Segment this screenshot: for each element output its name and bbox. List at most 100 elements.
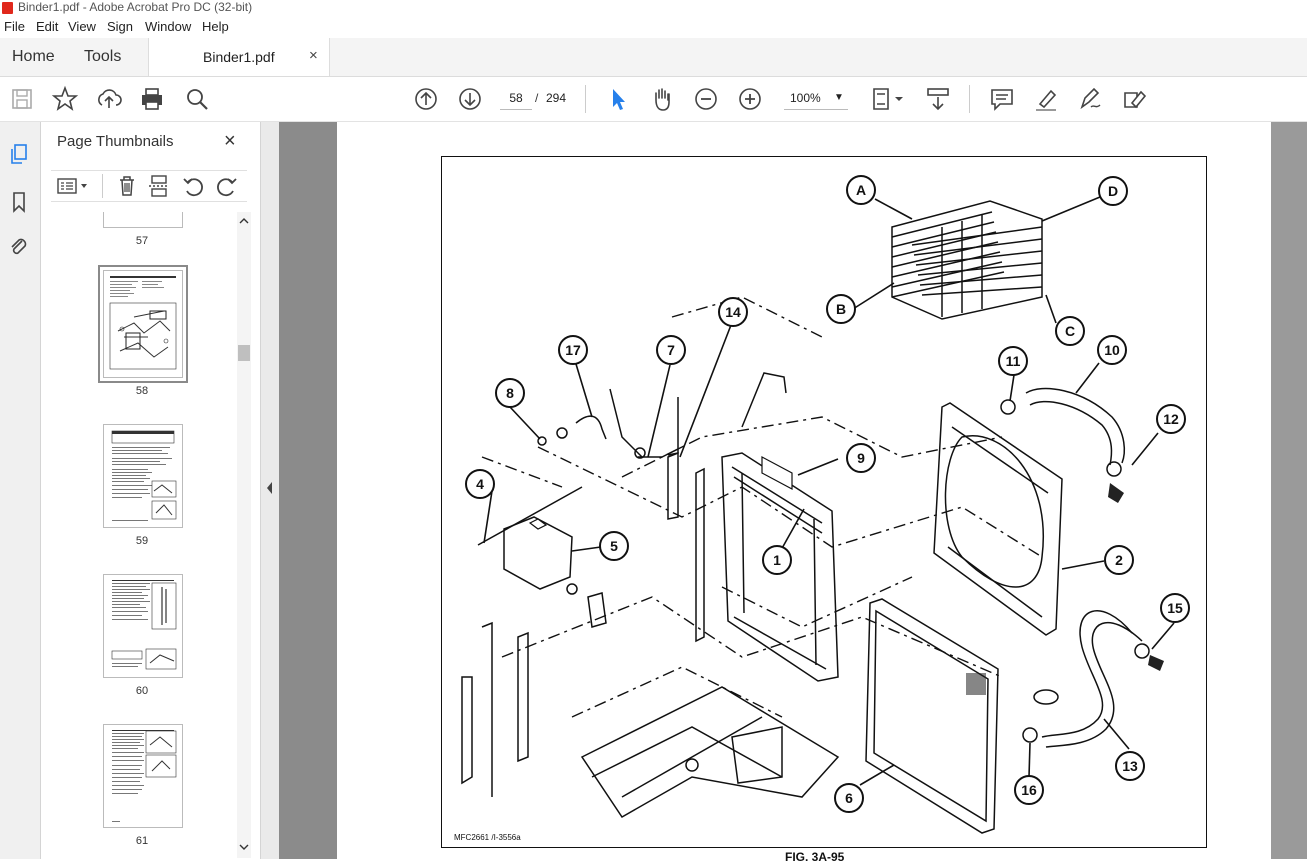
svg-text:1: 1 xyxy=(773,552,781,568)
svg-text:8: 8 xyxy=(506,385,514,401)
callout-12: 12 xyxy=(1156,404,1186,434)
callout-D: D xyxy=(1098,176,1128,206)
extract-page-icon[interactable] xyxy=(147,174,171,198)
document-margin xyxy=(1271,122,1307,859)
zoom-out-icon[interactable] xyxy=(692,85,720,113)
page-separator: / xyxy=(535,91,539,105)
scroll-up-icon[interactable] xyxy=(237,214,251,228)
sign-icon[interactable] xyxy=(1076,85,1104,113)
tab-document[interactable]: Binder1.pdf × xyxy=(148,38,330,76)
fill-sign-icon[interactable] xyxy=(1120,85,1148,113)
document-tab-label: Binder1.pdf xyxy=(203,49,275,65)
callout-11: 11 xyxy=(998,346,1028,376)
scrollbar-thumb[interactable] xyxy=(238,345,250,361)
callout-B: B xyxy=(826,294,856,324)
delete-page-icon[interactable] xyxy=(115,174,139,198)
coolant-pipes-part xyxy=(537,372,787,459)
bookmark-icon[interactable] xyxy=(7,190,31,214)
callout-8: 8 xyxy=(495,378,525,408)
toolbar: 58 / 294 100% ▼ xyxy=(0,77,1307,122)
highlight-icon[interactable] xyxy=(1032,85,1060,113)
callout-17: 17 xyxy=(558,335,588,365)
thumbnail-panel: Page Thumbnails × 57 58 59 60 61 xyxy=(41,122,261,859)
toolbar-divider xyxy=(102,174,103,198)
thumbnail-label: 58 xyxy=(135,385,149,397)
zoom-value: 100% xyxy=(790,91,821,105)
callout-7: 7 xyxy=(656,335,686,365)
menu-file[interactable]: File xyxy=(4,19,25,34)
svg-text:17: 17 xyxy=(565,342,581,358)
figure-caption: FIG. 3A-95 xyxy=(785,850,845,864)
zoom-select[interactable]: 100% ▼ xyxy=(784,87,848,110)
callout-A: A xyxy=(846,175,876,205)
menu-view[interactable]: View xyxy=(68,19,96,34)
callout-10: 10 xyxy=(1097,335,1127,365)
toolbar-divider xyxy=(969,85,970,113)
scroll-mode-icon[interactable] xyxy=(924,85,952,113)
svg-text:A: A xyxy=(856,182,866,198)
thumbnail-page-59[interactable] xyxy=(103,424,183,528)
callout-15: 15 xyxy=(1160,593,1190,623)
svg-text:7: 7 xyxy=(667,342,675,358)
svg-text:14: 14 xyxy=(725,304,741,320)
menu-bar: File Edit View Sign Window Help xyxy=(0,16,1307,38)
callout-1: 1 xyxy=(762,545,792,575)
page-number-input[interactable]: 58 xyxy=(500,87,532,110)
svg-text:13: 13 xyxy=(1122,758,1138,774)
callout-9: 9 xyxy=(846,443,876,473)
figure-code: MFC2661 /I-3556a xyxy=(454,833,521,842)
tab-tools[interactable]: Tools xyxy=(84,48,121,66)
thumbnail-label: 61 xyxy=(135,835,149,847)
close-panel-icon[interactable]: × xyxy=(224,130,236,153)
oil-cooler-part xyxy=(891,200,1043,320)
rotate-right-icon[interactable] xyxy=(215,174,239,198)
thumbnail-page-57[interactable] xyxy=(103,212,183,228)
callout-C: C xyxy=(1055,316,1085,346)
svg-text:B: B xyxy=(836,301,846,317)
comment-icon[interactable] xyxy=(988,85,1016,113)
panel-collapse-strip[interactable] xyxy=(261,122,279,859)
callout-13: 13 xyxy=(1115,751,1145,781)
zoom-in-icon[interactable] xyxy=(736,85,764,113)
left-nav-rail xyxy=(0,122,41,859)
svg-text:C: C xyxy=(1065,323,1075,339)
close-tab-icon[interactable]: × xyxy=(309,47,318,64)
collapse-arrow-icon[interactable] xyxy=(261,478,279,498)
thumbnail-label: 59 xyxy=(135,535,149,547)
menu-edit[interactable]: Edit xyxy=(36,19,58,34)
select-cursor-icon[interactable] xyxy=(604,85,632,113)
print-icon[interactable] xyxy=(138,85,166,113)
thumbnail-page-61[interactable] xyxy=(103,724,183,828)
page-thumbnails-icon[interactable] xyxy=(7,142,31,166)
title-bar: Binder1.pdf - Adobe Acrobat Pro DC (32-b… xyxy=(0,0,1307,16)
svg-text:2: 2 xyxy=(1115,552,1123,568)
zoom-search-icon[interactable] xyxy=(183,85,211,113)
save-icon[interactable] xyxy=(8,85,36,113)
menu-sign[interactable]: Sign xyxy=(107,19,133,34)
thumbnail-page-58[interactable] xyxy=(98,265,188,383)
thumbnail-options-icon[interactable] xyxy=(56,174,92,198)
svg-text:15: 15 xyxy=(1167,600,1183,616)
svg-text:12: 12 xyxy=(1163,411,1179,427)
window-title: Binder1.pdf - Adobe Acrobat Pro DC (32-b… xyxy=(18,0,253,14)
rotate-left-icon[interactable] xyxy=(181,174,205,198)
hand-icon[interactable] xyxy=(648,85,676,113)
thumbnail-page-60[interactable] xyxy=(103,574,183,678)
thumbnail-panel-title: Page Thumbnails xyxy=(57,133,174,150)
leader-lines xyxy=(483,196,1175,786)
scroll-down-icon[interactable] xyxy=(237,840,251,854)
menu-window[interactable]: Window xyxy=(145,19,191,34)
prev-page-icon[interactable] xyxy=(412,85,440,113)
menu-help[interactable]: Help xyxy=(202,19,229,34)
svg-text:16: 16 xyxy=(1021,782,1037,798)
page-fit-icon[interactable] xyxy=(868,85,906,113)
attachment-icon[interactable] xyxy=(7,235,31,259)
callout-2: 2 xyxy=(1104,545,1134,575)
star-icon[interactable] xyxy=(51,85,79,113)
thumbnail-scrollbar[interactable] xyxy=(237,212,251,858)
document-view[interactable]: A B C D 1 2 4 5 6 7 8 9 10 11 12 13 14 1… xyxy=(279,122,1307,864)
callout-5: 5 xyxy=(599,531,629,561)
upload-icon[interactable] xyxy=(95,85,123,113)
next-page-icon[interactable] xyxy=(456,85,484,113)
tab-home[interactable]: Home xyxy=(12,48,55,66)
